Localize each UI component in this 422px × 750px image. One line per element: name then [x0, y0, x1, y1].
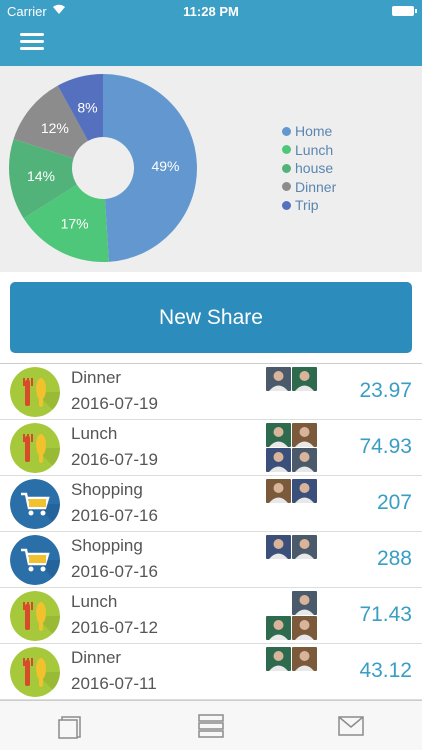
chart-legend: Home Lunch house Dinner Trip — [282, 122, 336, 215]
participant-avatars — [266, 479, 318, 529]
legend-swatch — [282, 163, 291, 173]
share-amount: 74.93 — [359, 435, 412, 458]
share-date: 2016-07-19 — [71, 394, 158, 413]
share-amount: 288 — [376, 547, 412, 570]
chart-panel: 49% 17% 14% 12% 8% Home Lunch house Dinner Trip — [0, 66, 422, 272]
share-amount: 43.12 — [359, 659, 412, 682]
legend-swatch — [282, 200, 291, 210]
legend-swatch — [282, 145, 291, 155]
fork-knife-icon — [10, 647, 60, 697]
pie-label-dinner: 12% — [41, 120, 69, 136]
share-date: 2016-07-16 — [71, 562, 158, 581]
legend-label: house — [295, 160, 334, 176]
avatar — [266, 535, 291, 559]
fork-knife-icon — [10, 367, 60, 417]
avatar — [292, 591, 317, 615]
avatar — [292, 616, 317, 640]
avatar — [266, 448, 291, 472]
legend-label: Lunch — [295, 141, 334, 158]
participant-avatars — [266, 591, 318, 641]
avatar — [292, 367, 317, 391]
avatar — [266, 423, 291, 447]
share-row[interactable]: Shopping 2016-07-16 207 — [0, 476, 422, 532]
legend-label: Dinner — [295, 178, 337, 195]
clock: 11:28 PM — [183, 4, 239, 19]
fork-knife-icon — [10, 591, 60, 641]
share-list: Dinner 2016-07-19 23.97 Lunch 2016-07-19 74.… — [0, 363, 422, 700]
share-row[interactable]: Lunch 2016-07-19 74.93 — [0, 420, 422, 476]
shopping-cart-icon — [10, 535, 60, 585]
avatar — [292, 448, 317, 472]
server-list-icon[interactable] — [196, 713, 226, 739]
legend-swatch — [282, 182, 291, 192]
shopping-cart-icon — [10, 479, 60, 529]
avatar — [292, 647, 317, 671]
legend-item-trip: Trip — [282, 196, 336, 215]
battery-icon — [392, 6, 417, 16]
share-date: 2016-07-19 — [71, 450, 158, 469]
navigation-bar — [0, 22, 422, 66]
pie-label-home: 49% — [151, 158, 179, 174]
mail-icon[interactable] — [336, 713, 366, 739]
participant-avatars — [266, 367, 318, 417]
share-title: Lunch — [71, 424, 118, 443]
avatar — [266, 479, 291, 503]
fork-knife-icon — [10, 423, 60, 473]
participant-avatars — [266, 647, 318, 697]
share-amount: 71.43 — [359, 603, 412, 626]
avatar — [266, 367, 291, 391]
pie-label-trip: 8% — [77, 99, 97, 115]
pie-label-lunch: 17% — [61, 216, 89, 232]
tab-bar — [0, 700, 422, 750]
avatar — [292, 535, 317, 559]
participant-avatars — [266, 535, 318, 585]
pie-chart: 49% 17% 14% 12% 8% — [8, 74, 197, 262]
legend-label: Trip — [295, 197, 319, 213]
share-title: Lunch — [71, 592, 118, 611]
status-bar: Carrier 11:28 PM — [0, 0, 422, 22]
share-title: Shopping — [71, 480, 143, 499]
share-date: 2016-07-16 — [71, 506, 158, 525]
participant-avatars — [266, 423, 318, 473]
share-title: Dinner — [71, 368, 122, 387]
hamburger-menu-icon[interactable] — [20, 33, 44, 53]
share-amount: 207 — [376, 491, 412, 514]
avatar — [266, 616, 291, 640]
legend-item-house: house — [282, 159, 336, 178]
cards-icon[interactable] — [56, 713, 86, 739]
legend-item-dinner: Dinner — [282, 178, 336, 197]
share-title: Dinner — [71, 648, 122, 667]
share-date: 2016-07-11 — [71, 674, 157, 693]
share-title: Shopping — [71, 536, 143, 555]
pie-label-house: 14% — [27, 168, 55, 184]
legend-swatch — [282, 126, 291, 136]
pie-slice-home — [103, 74, 197, 262]
avatar — [292, 479, 317, 503]
legend-item-lunch: Lunch — [282, 141, 336, 160]
share-row[interactable]: Dinner 2016-07-11 43.12 — [0, 644, 422, 700]
share-row[interactable]: Dinner 2016-07-19 23.97 — [0, 364, 422, 420]
share-row[interactable]: Lunch 2016-07-12 71.43 — [0, 588, 422, 644]
share-amount: 23.97 — [359, 379, 412, 402]
new-share-button[interactable]: New Share — [10, 282, 412, 353]
share-row[interactable]: Shopping 2016-07-16 288 — [0, 532, 422, 588]
share-date: 2016-07-12 — [71, 618, 158, 637]
avatar — [292, 423, 317, 447]
legend-label: Home — [295, 123, 333, 139]
avatar — [266, 647, 291, 671]
legend-item-home: Home — [282, 122, 336, 141]
